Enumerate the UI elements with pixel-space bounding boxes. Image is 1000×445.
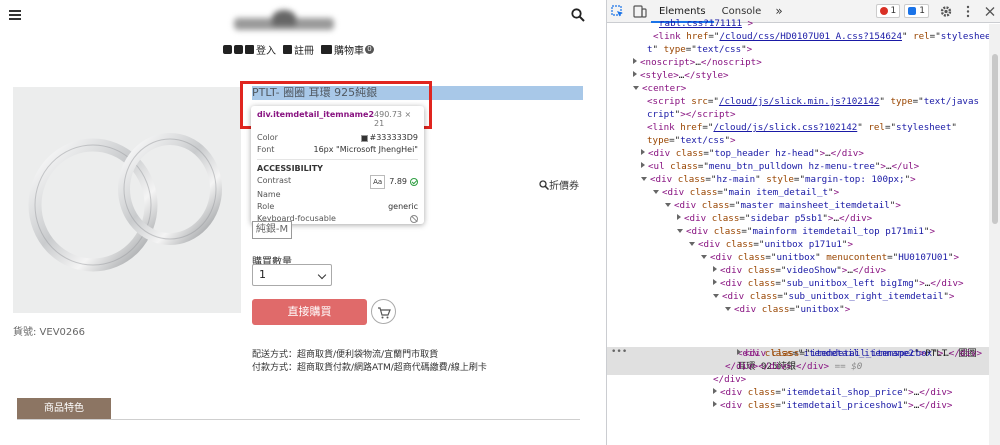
dom-node-line[interactable]: type="text/css">	[647, 134, 736, 147]
coupon-link[interactable]: 折價券	[539, 177, 579, 192]
devtools-scrollbar[interactable]	[989, 24, 1000, 445]
chevron-down-icon	[317, 270, 327, 280]
cart-icon	[321, 44, 332, 54]
settings-gear-icon[interactable]	[935, 0, 957, 23]
check-icon	[410, 178, 418, 186]
color-swatch	[360, 134, 368, 142]
dom-node-line[interactable]: </div>	[713, 373, 746, 386]
messages-badge[interactable]: 1	[904, 4, 929, 18]
dom-node-line[interactable]: cript"></script>	[647, 108, 736, 121]
product-sku: 貨號: VEV0266	[13, 327, 85, 338]
device-toolbar-icon[interactable]	[629, 0, 651, 23]
dom-node-line[interactable]: <div class="main item_detail_t">	[653, 186, 839, 199]
search-icon[interactable]	[571, 8, 585, 22]
add-to-cart-button[interactable]	[371, 299, 396, 324]
dom-node-line[interactable]: <div class="sub_unitbox_left bigImg">…</…	[713, 277, 964, 290]
dom-node-line[interactable]: <div class="unitbox p171u1">	[689, 238, 853, 251]
cart-link[interactable]: 購物車 0	[321, 42, 374, 57]
buy-now-button[interactable]: 直接購買	[252, 299, 367, 325]
tooltip-dimensions: 490.73 × 21	[374, 110, 412, 128]
close-icon[interactable]	[979, 0, 1000, 23]
elements-tree[interactable]: ••• rabl.css?171111 > <link href="/cloud/…	[607, 18, 991, 445]
dom-node-line[interactable]: <ul class="menu_btn_pulldown hz-menu-tre…	[641, 160, 919, 173]
dom-node-line[interactable]: t" type="text/css">	[647, 43, 752, 56]
facebook-icon[interactable]	[223, 44, 232, 54]
register-link[interactable]: 註冊	[283, 42, 314, 57]
error-icon	[879, 7, 888, 15]
dom-node-line[interactable]: <style>…</style>	[633, 69, 729, 82]
dom-node-line[interactable]: <div class="mainform itemdetail_top p171…	[677, 225, 935, 238]
web-page: 登入 註冊 購物車 0 貨號: VEV0266 PTLT- 圈圈 耳環 925純銀…	[0, 0, 597, 445]
dom-node-line[interactable]: rabl.css?171111 >	[659, 17, 753, 30]
dom-node-line[interactable]: <div class="master mainsheet_itemdetail"…	[665, 199, 901, 212]
dom-node-line[interactable]: <noscript>…</noscript>	[633, 56, 762, 69]
earring-illustration	[28, 133, 222, 272]
errors-badge[interactable]: 1	[875, 4, 901, 18]
dom-node-line[interactable]: <div class="sub_unitbox_right_itemdetail…	[713, 290, 954, 303]
dom-node-line[interactable]: <div class="itemdetail_priceshow1">…</di…	[713, 399, 952, 412]
inspect-tooltip: div.itemdetail_itemname2 490.73 × 21 Col…	[251, 106, 424, 224]
divider	[17, 419, 580, 420]
dom-node-line[interactable]: <div class="itemdetail_itemspecbox">…</d…	[737, 347, 982, 360]
dom-node-line[interactable]: <script src="/cloud/js/slick.min.js?1021…	[647, 95, 979, 108]
user-icon	[283, 44, 292, 54]
dom-node-line[interactable]: </div></div>	[725, 360, 791, 373]
kebab-menu-icon[interactable]	[957, 0, 979, 23]
tab-features[interactable]: 商品特色	[17, 398, 111, 420]
more-tabs-icon[interactable]: »	[769, 4, 788, 18]
message-icon	[908, 7, 917, 15]
not-allowed-icon	[410, 215, 418, 223]
search-icon	[539, 179, 549, 190]
node-actions-icon[interactable]: •••	[611, 347, 627, 357]
product-image[interactable]	[13, 87, 241, 313]
devtools-panel: Elements Console » 1 1 ••• rabl.css?1711…	[606, 0, 1000, 445]
dom-node-line[interactable]: <center>	[633, 82, 686, 95]
menu-icon[interactable]	[9, 10, 21, 20]
spec-option[interactable]: 純銀-M	[252, 221, 292, 239]
tooltip-selector: div.itemdetail_itemname2	[257, 110, 375, 119]
instagram-icon[interactable]	[234, 44, 243, 54]
dom-node-line[interactable]: <div class="unitbox">	[725, 303, 850, 316]
shipping-info: 配送方式：超商取貨/便利袋物流/宜蘭門市取貨 付款方式：超商取貨付款/網路ATM…	[252, 350, 487, 373]
dom-node-line[interactable]: <link href="/cloud/js/slick.css?102142" …	[647, 121, 957, 134]
dom-node-line[interactable]: <div class="itemdetail_shop_price">…</di…	[713, 386, 952, 399]
dom-node-line[interactable]: <div class="top_header hz-head">…</div>	[641, 147, 864, 160]
login-icon	[245, 44, 254, 54]
login-link[interactable]: 登入	[245, 42, 276, 57]
dom-node-line[interactable]: <link href="/cloud/css/HD0107U01_A.css?1…	[653, 30, 991, 43]
site-logo[interactable]	[234, 10, 336, 38]
dom-node-line[interactable]: <div class="unitbox" menucontent="HU0107…	[701, 251, 959, 264]
dom-node-line[interactable]: <div class="videoShow">…</div>	[713, 264, 886, 277]
dom-node-line[interactable]: <div class="hz-main" style="margin-top: …	[641, 173, 916, 186]
inspect-element-icon[interactable]	[607, 0, 629, 23]
quantity-select[interactable]: 1	[252, 264, 332, 286]
cart-count-badge: 0	[365, 44, 374, 54]
cart-icon	[378, 307, 391, 319]
dom-node-line[interactable]: <div class="sidebar p5sb1">…</div>	[677, 212, 872, 225]
top-nav: 登入 註冊 購物車 0	[223, 42, 381, 57]
